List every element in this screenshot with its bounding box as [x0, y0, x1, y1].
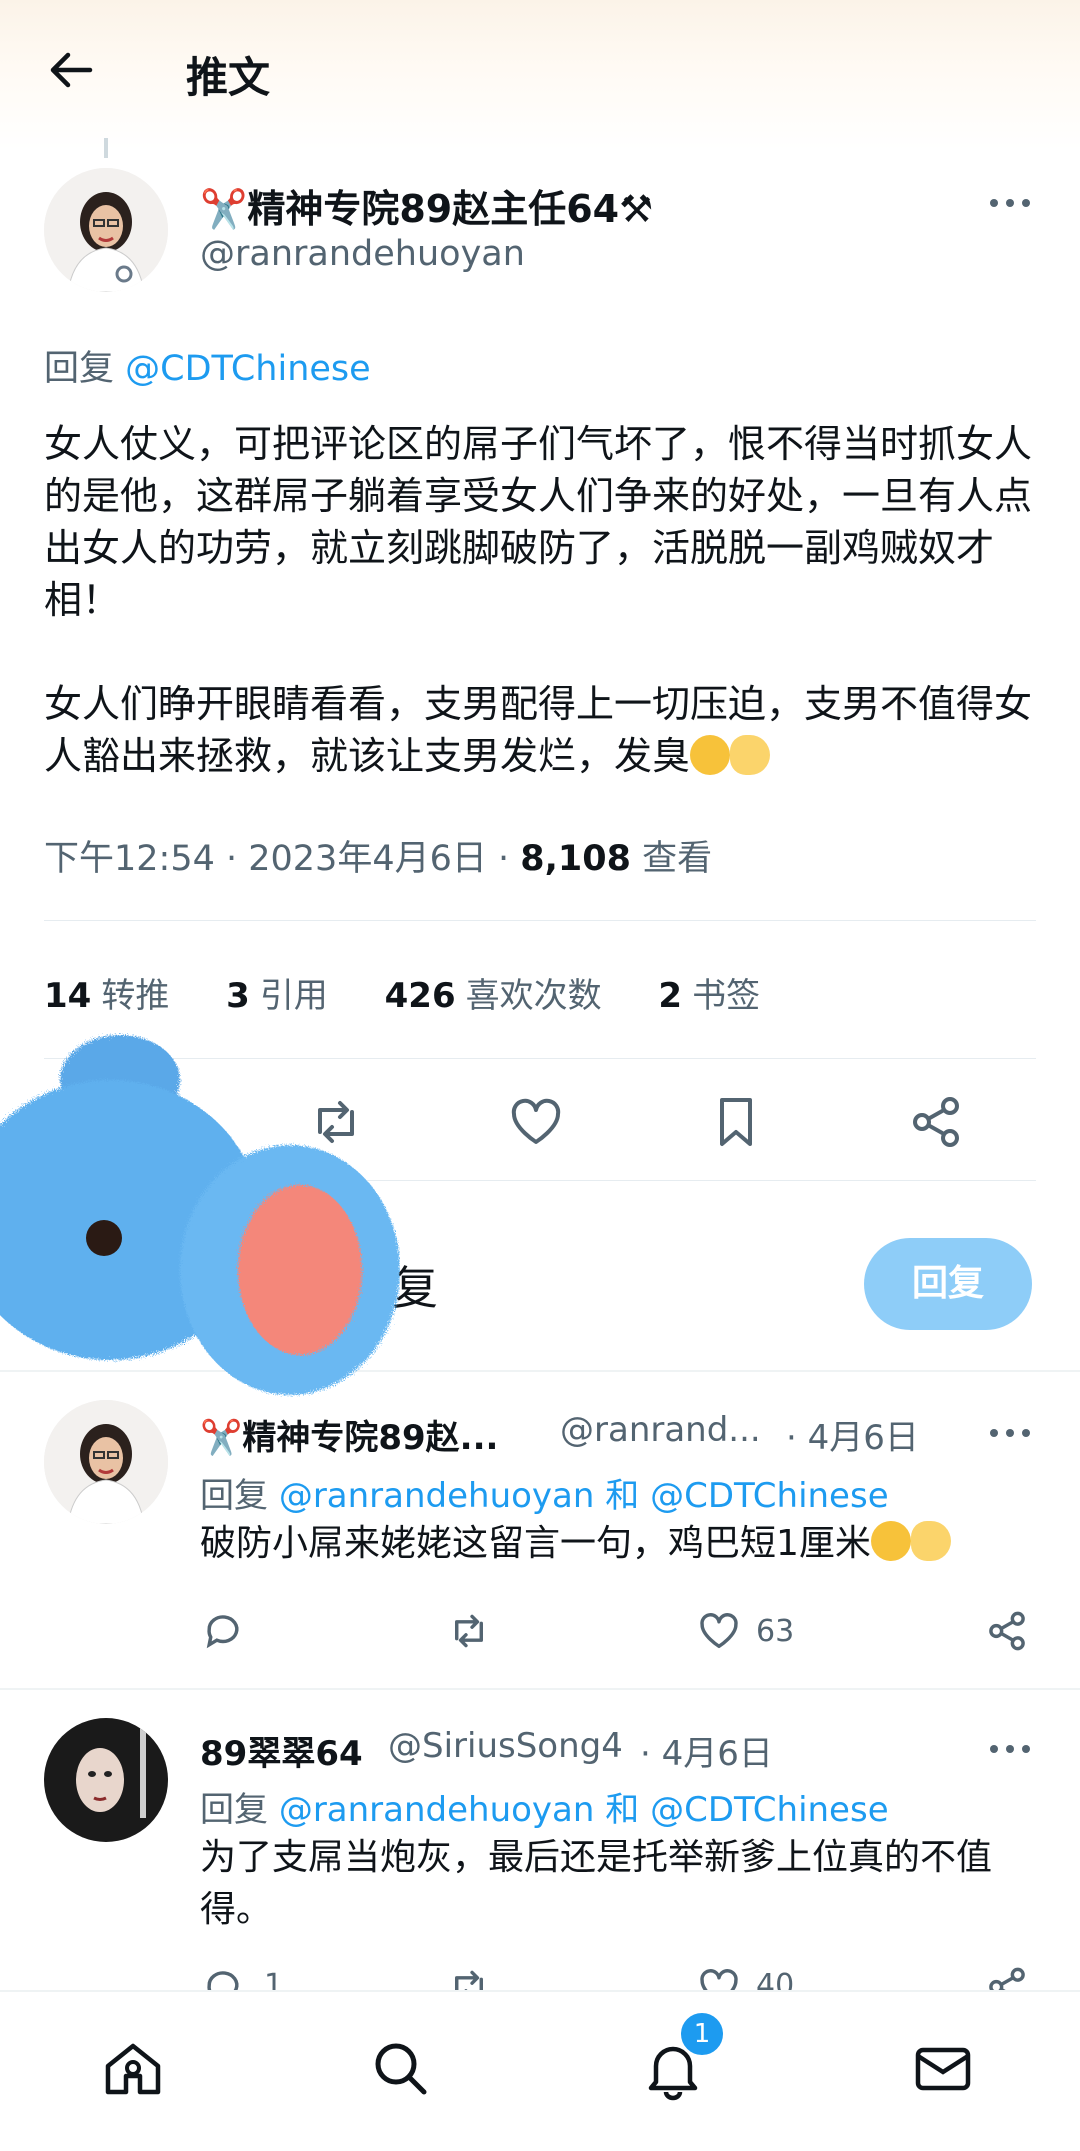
reply-body: 破防小屌来姥姥这留言一句，鸡巴短1厘米 [200, 1523, 871, 1564]
reply-author-handle[interactable]: @ranrand... [560, 1410, 761, 1450]
like-count: 426 [384, 976, 456, 1016]
like-label: 喜欢次数 [465, 976, 602, 1016]
quote-label: 引用 [259, 976, 328, 1016]
tweet-body: 女人仗义，可把评论区的屌子们气坏了，恨不得当时抓女人的是他，这群屌子躺着享受女人… [44, 422, 1033, 778]
reply-author-handle[interactable]: @SiriusSong4 [388, 1726, 623, 1766]
more-options-icon[interactable] [984, 188, 1036, 218]
bottom-nav [0, 1990, 1080, 2151]
bookmark-label: 书签 [692, 976, 761, 1016]
back-arrow-icon[interactable] [40, 40, 100, 100]
reply-to-link[interactable]: @CDTChinese [125, 349, 371, 389]
reply-action-icon[interactable] [200, 1608, 246, 1654]
page-title: 推文 [186, 53, 271, 102]
like-action-icon[interactable] [506, 1092, 566, 1152]
timestamp: 下午12:54 · 2023年4月6日 · [44, 839, 521, 879]
reply-author-name[interactable]: 89翠翠64 [200, 1726, 363, 1775]
views-count: 8,108 [520, 839, 631, 879]
stat-likes[interactable]: 426 喜欢次数 [385, 976, 602, 1016]
reply-text: 为了支屌当炮灰，最后还是托举新爹上位真的不值得。 [200, 1837, 993, 1930]
reply-to-line: 回复 @CDTChinese [44, 340, 371, 391]
bookmark-action-icon[interactable] [706, 1092, 766, 1152]
author-name[interactable]: ✂️精神专院89赵主任64⚒ [200, 178, 653, 233]
reply-to-link[interactable]: @ranrandehuoyan [279, 1790, 595, 1830]
notification-badge: 1 [678, 2010, 726, 2058]
retweet-count: 14 [44, 976, 92, 1016]
reply-prefix: 回复 [44, 349, 126, 389]
like-action-icon[interactable] [696, 1608, 742, 1654]
reply-prefix: 回复 [200, 1790, 279, 1830]
author-avatar[interactable] [44, 168, 168, 292]
messages-mail-icon[interactable] [910, 2036, 976, 2102]
author-handle[interactable]: @ranrandehuoyan [200, 234, 525, 274]
pointing-hand-emoji-icon [730, 735, 771, 775]
reply-to-link[interactable]: @CDTChinese [650, 1790, 889, 1830]
like-count: 63 [756, 1614, 795, 1649]
share-action-icon[interactable] [984, 1608, 1030, 1654]
reply-button[interactable]: 回复 [864, 1238, 1032, 1330]
retweet-action-icon[interactable] [446, 1608, 492, 1654]
tweet-text: 女人仗义，可把评论区的屌子们气坏了，恨不得当时抓女人的是他，这群屌子躺着享受女人… [44, 418, 1044, 782]
views-label: 查看 [630, 839, 713, 879]
reply-to-link[interactable]: @ranrandehuoyan [279, 1476, 595, 1516]
reply-avatar[interactable] [44, 1718, 168, 1842]
reply-text: 破防小屌来姥姥这留言一句，鸡巴短1厘米 [200, 1518, 1040, 1570]
reply-date: · 4月6日 [786, 1418, 919, 1458]
reply-author-name[interactable]: ✂️精神专院89赵... [200, 1410, 498, 1459]
stat-bookmarks[interactable]: 2 书签 [658, 976, 760, 1016]
stat-retweets[interactable]: 14 转推 [44, 976, 169, 1016]
divider [0, 1688, 1080, 1690]
search-icon[interactable] [368, 2036, 434, 2102]
reply-prefix: 回复 [200, 1476, 279, 1516]
reply-and: 和 [594, 1476, 651, 1516]
divider [44, 920, 1036, 921]
reply-date: · 4月6日 [640, 1734, 773, 1774]
thread-line [104, 138, 108, 158]
header: 推文 [0, 0, 1080, 140]
reply-to-link[interactable]: @CDTChinese [650, 1476, 889, 1516]
bookmark-count: 2 [658, 976, 683, 1016]
share-action-icon[interactable] [906, 1092, 966, 1152]
rofl-emoji-icon [690, 735, 731, 775]
more-options-icon[interactable] [984, 1734, 1036, 1764]
reply-and: 和 [594, 1790, 651, 1830]
quote-count: 3 [226, 976, 250, 1016]
engagement-stats: 14 转推 3 引用 426 喜欢次数 2 书签 [44, 968, 806, 1017]
pointing-hand-emoji-icon [910, 1521, 951, 1561]
elephant-sticker [0, 1020, 400, 1400]
stat-quotes[interactable]: 3 引用 [226, 976, 328, 1016]
reply-to-line: 回复 @ranrandehuoyan 和 @CDTChinese [200, 1782, 889, 1831]
crying-emoji-icon [870, 1521, 911, 1561]
tweet-meta: 下午12:54 · 2023年4月6日 · 8,108 查看 [44, 830, 712, 881]
reply-avatar[interactable] [44, 1400, 168, 1524]
more-options-icon[interactable] [984, 1418, 1036, 1448]
home-icon[interactable] [100, 2036, 166, 2102]
reply-to-line: 回复 @ranrandehuoyan 和 @CDTChinese [200, 1468, 889, 1517]
retweet-label: 转推 [101, 976, 170, 1016]
